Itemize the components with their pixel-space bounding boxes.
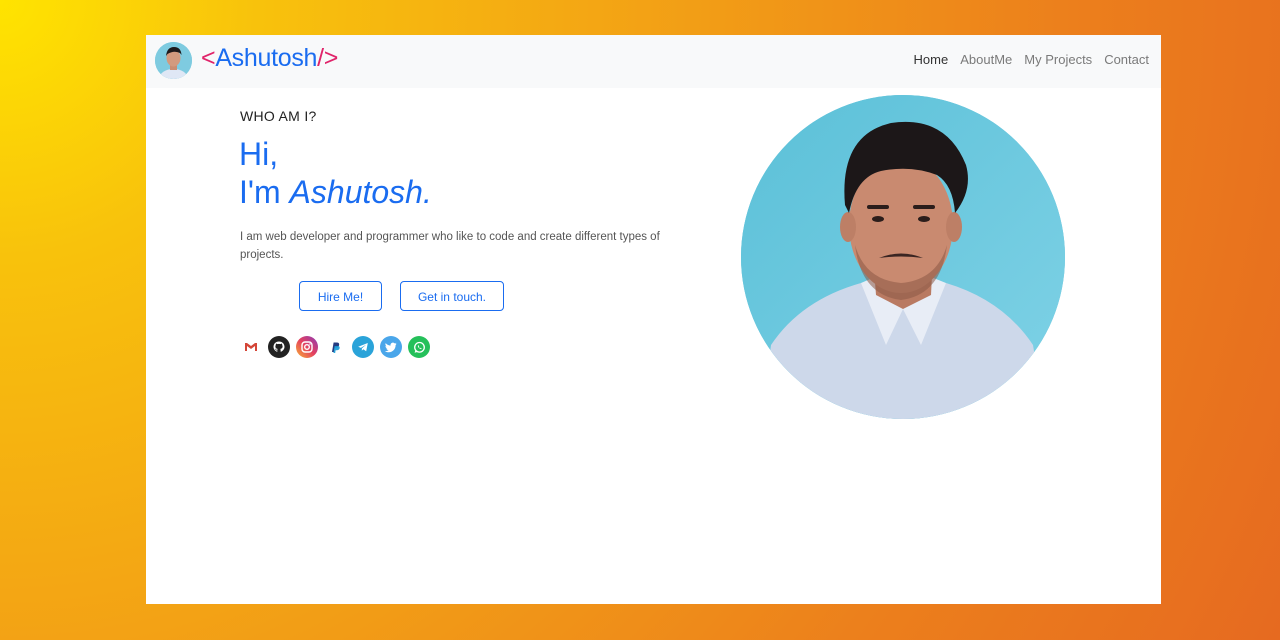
- nav-home[interactable]: Home: [914, 52, 949, 67]
- telegram-icon[interactable]: [352, 336, 374, 358]
- nav-links: Home AboutMe My Projects Contact: [914, 52, 1149, 67]
- nav-projects[interactable]: My Projects: [1024, 52, 1092, 67]
- get-in-touch-button[interactable]: Get in touch.: [400, 281, 504, 311]
- hire-me-button[interactable]: Hire Me!: [299, 281, 382, 311]
- hero-intro-name: Ashutosh.: [289, 174, 432, 210]
- hero-greeting: Hi,: [239, 136, 279, 172]
- paypal-icon[interactable]: [324, 336, 346, 358]
- browser-page: <Ashutosh/> Home AboutMe My Projects Con…: [146, 35, 1161, 604]
- instagram-icon[interactable]: [296, 336, 318, 358]
- brand-open: <: [201, 44, 216, 72]
- hero-intro-prefix: I'm: [239, 174, 290, 210]
- hero-intro: I'm Ashutosh.: [239, 173, 432, 211]
- nav-avatar[interactable]: [155, 42, 192, 79]
- brand-name: Ashutosh: [215, 44, 318, 72]
- social-links: [240, 336, 430, 358]
- nav-about[interactable]: AboutMe: [960, 52, 1012, 67]
- twitter-icon[interactable]: [380, 336, 402, 358]
- profile-photo: [741, 95, 1065, 419]
- brand-logo[interactable]: <Ashutosh/>: [201, 44, 338, 73]
- gmail-icon[interactable]: [240, 336, 262, 358]
- navbar: <Ashutosh/> Home AboutMe My Projects Con…: [146, 35, 1161, 88]
- nav-contact[interactable]: Contact: [1104, 52, 1149, 67]
- whatsapp-icon[interactable]: [408, 336, 430, 358]
- brand-close: />: [317, 44, 339, 72]
- github-icon[interactable]: [268, 336, 290, 358]
- hero-eyebrow: WHO AM I?: [240, 108, 317, 124]
- hero-description: I am web developer and programmer who li…: [240, 231, 660, 261]
